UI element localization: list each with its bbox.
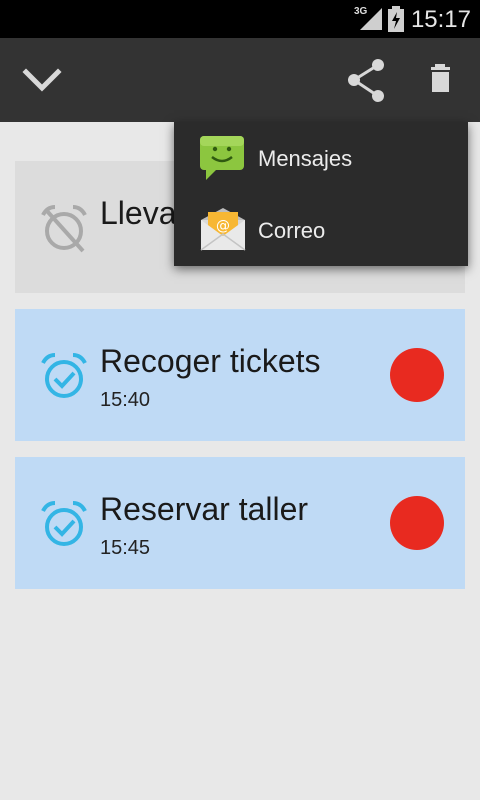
- reminder-color-dot[interactable]: [390, 496, 444, 550]
- alarm-check-icon: [41, 501, 87, 546]
- alarm-off-icon: [41, 205, 87, 253]
- status-bar: 3G 15:17: [0, 0, 480, 38]
- reminder-card[interactable]: Reservar taller 15:45: [15, 457, 465, 589]
- share-menu-item-correo[interactable]: @ Correo: [174, 194, 468, 266]
- share-menu: Mensajes @ Correo: [174, 122, 468, 266]
- alarm-check-icon: [41, 353, 87, 398]
- reminder-title: Reservar taller: [100, 491, 309, 527]
- reminder-time: 15:40: [100, 389, 151, 411]
- messaging-app-icon: [200, 136, 244, 180]
- reminder-title: Recoger tickets: [100, 343, 321, 379]
- trash-icon: [431, 64, 450, 92]
- email-app-icon: @: [200, 208, 246, 251]
- chevron-down-icon: [22, 68, 62, 92]
- reminder-time: 15:45: [100, 537, 151, 559]
- action-bar: [0, 38, 480, 122]
- signal-icon: [360, 8, 382, 30]
- svg-text:@: @: [216, 218, 230, 234]
- share-icon: [348, 59, 384, 102]
- battery-charging-icon: [388, 6, 404, 32]
- status-clock: 15:17: [410, 6, 471, 33]
- reminder-card[interactable]: Recoger tickets 15:40: [15, 309, 465, 441]
- reminder-color-dot[interactable]: [390, 348, 444, 402]
- share-menu-label: Mensajes: [258, 146, 353, 171]
- delete-button[interactable]: [418, 58, 470, 106]
- share-menu-label: Correo: [258, 218, 326, 243]
- share-button[interactable]: [340, 56, 392, 106]
- share-menu-item-mensajes[interactable]: Mensajes: [174, 122, 468, 194]
- done-button[interactable]: [14, 60, 70, 100]
